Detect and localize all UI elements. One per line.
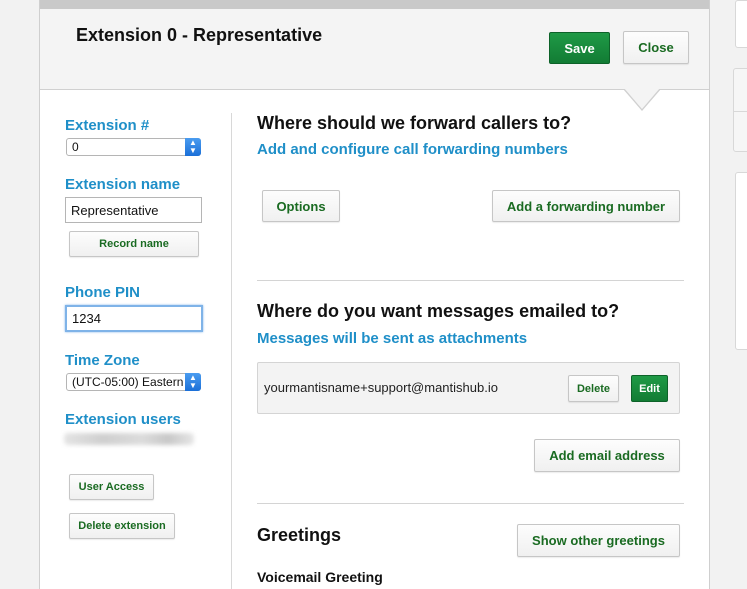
time-zone-select[interactable]: (UTC-05:00) Eastern ▲ ▼ [66,373,201,391]
save-button[interactable]: Save [549,32,610,64]
forwarding-subtitle-link[interactable]: Add and configure call forwarding number… [257,141,568,158]
greetings-title: Greetings [257,525,342,545]
add-email-address-button[interactable]: Add email address [534,439,680,472]
sidebar-divider [231,113,232,589]
background-panel-middle [733,68,747,152]
close-button[interactable]: Close [623,31,689,64]
chevron-updown-icon: ▲ ▼ [185,138,201,156]
email-subtitle-link[interactable]: Messages will be sent as attachments [257,330,527,347]
extension-users-list-redacted [64,433,194,445]
voicemail-greeting-label: Voicemail Greeting [257,569,383,585]
record-name-button[interactable]: Record name [69,231,199,257]
extension-number-label: Extension # [65,117,150,134]
background-panel-top [735,0,747,48]
phone-pin-input[interactable] [65,305,203,332]
edit-email-button[interactable]: Edit [631,375,668,402]
add-forwarding-number-button[interactable]: Add a forwarding number [492,190,680,222]
extension-users-label: Extension users [65,411,181,428]
time-zone-value: (UTC-05:00) Eastern [72,375,184,389]
section-divider [257,280,684,281]
phone-pin-label: Phone PIN [65,284,141,301]
chevron-updown-icon: ▲ ▼ [185,373,201,391]
email-section-title: Where do you want messages emailed to? [257,301,620,321]
extension-dialog: Extension 0 - Representative Save Close … [39,0,710,589]
email-address: yourmantisname+support@mantishub.io [264,380,498,395]
options-button[interactable]: Options [262,190,340,222]
extension-name-input[interactable] [65,197,202,223]
email-list-item: yourmantisname+support@mantishub.io Dele… [257,362,680,414]
show-other-greetings-button[interactable]: Show other greetings [517,524,680,557]
delete-email-button[interactable]: Delete [568,375,619,402]
dialog-header: Extension 0 - Representative Save Close [40,9,709,111]
delete-extension-button[interactable]: Delete extension [69,513,175,539]
time-zone-label: Time Zone [65,352,140,369]
background-panel-lower [735,172,747,350]
extension-number-select[interactable]: 0 ▲ ▼ [66,138,201,156]
section-divider [257,503,684,504]
user-access-button[interactable]: User Access [69,474,154,500]
extension-number-value: 0 [72,140,79,154]
extension-name-label: Extension name [65,176,181,193]
dialog-top-bar [40,0,709,9]
forwarding-title: Where should we forward callers to? [257,113,572,133]
page-title: Extension 0 - Representative [76,25,323,45]
